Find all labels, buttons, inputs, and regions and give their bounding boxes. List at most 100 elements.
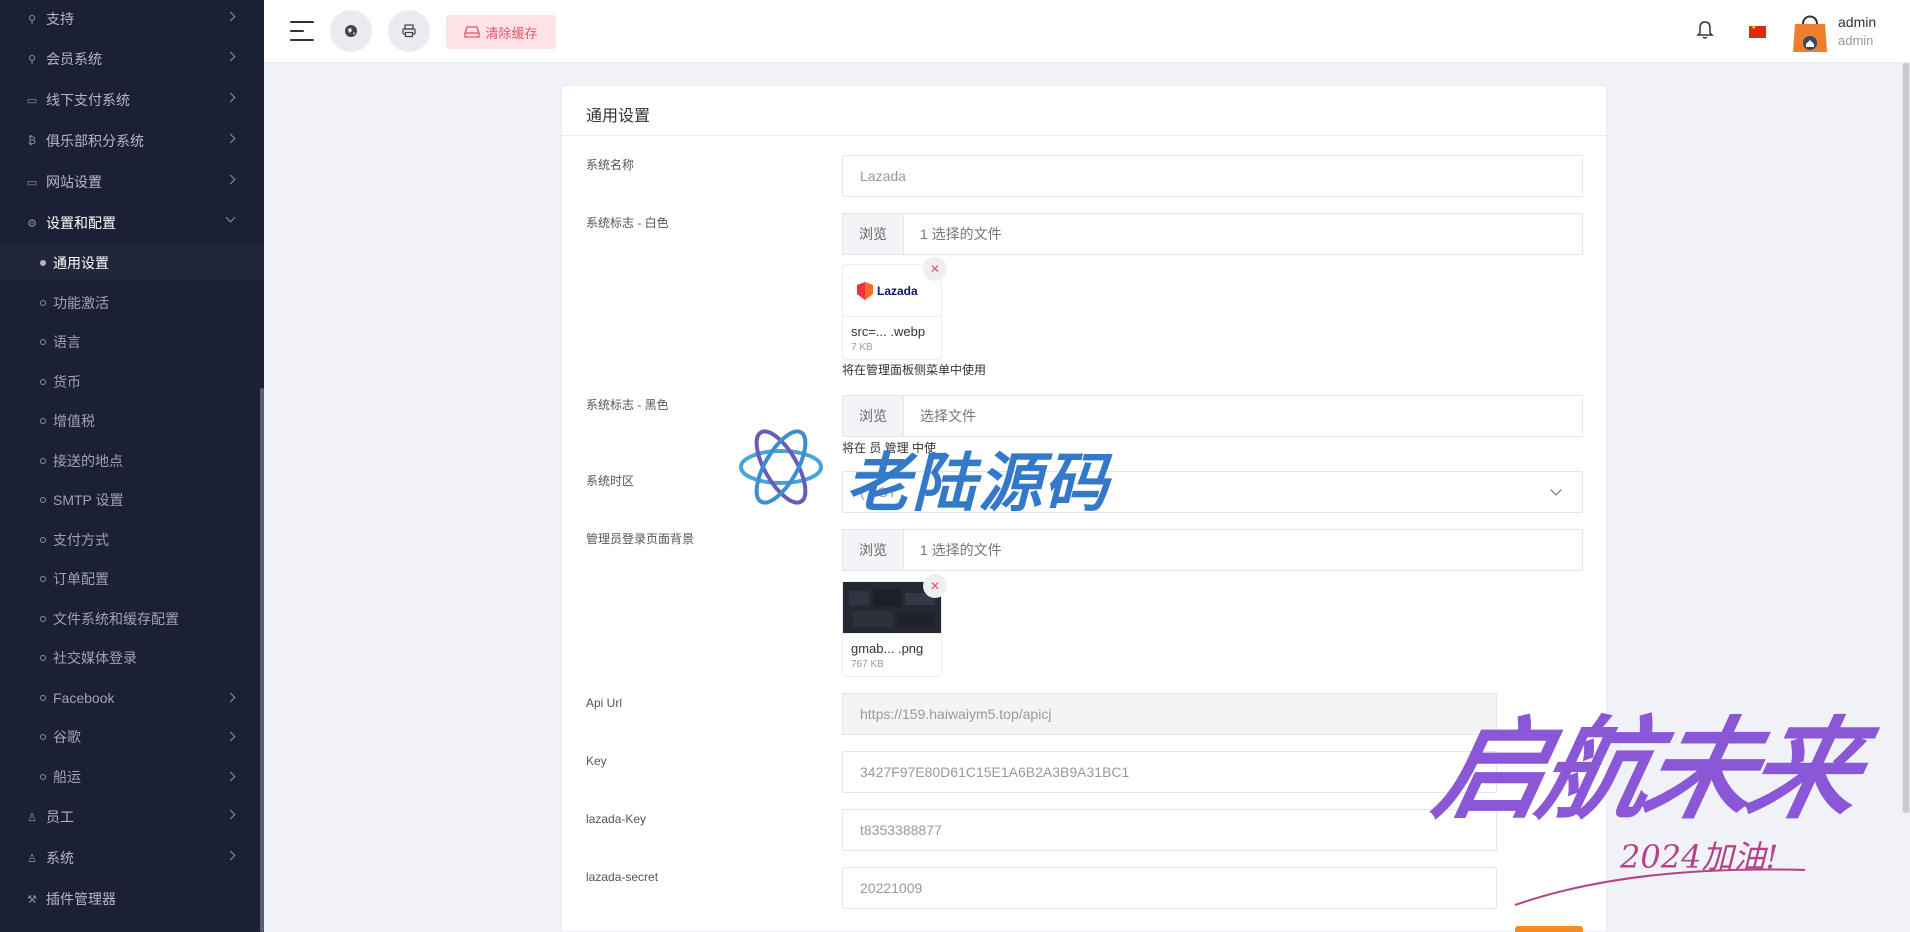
sidebar-item-membership[interactable]: ⚲ 会员系统 — [0, 40, 264, 78]
sidebar-item-label: 设置和配置 — [46, 215, 116, 231]
sidebar-item-club-points[interactable]: ₿ 俱乐部积分系统 — [0, 122, 264, 160]
key-input[interactable]: 3427F97E80D61C15E1A6B2A3B9A31BC1 — [842, 751, 1497, 793]
sidebar-item-label: 员工 — [46, 809, 74, 825]
gear-icon: ⚙ — [27, 217, 37, 230]
file-text: 1 选择的文件 — [920, 226, 1002, 242]
chevron-right-icon — [225, 51, 236, 62]
sub-item-label: 功能激活 — [53, 295, 109, 311]
sub-item-facebook[interactable]: Facebook — [0, 680, 264, 716]
sidebar-item-settings-config[interactable]: ⚙ 设置和配置 — [0, 204, 264, 242]
browse-button[interactable]: 浏览 — [843, 214, 904, 254]
logo-white-label: 系统标志 - 白色 — [586, 216, 669, 230]
file-size: 767 KB — [851, 659, 884, 670]
chevron-down-icon — [225, 212, 236, 223]
system-name-input[interactable]: Lazada — [842, 155, 1583, 197]
sidebar-item-offline-payment[interactable]: ▭ 线下支付系统 — [0, 81, 264, 119]
bullet-icon — [40, 734, 46, 740]
chevron-right-icon — [225, 692, 236, 703]
lazada-key-input[interactable]: t8353388877 — [842, 809, 1497, 851]
page-scrollbar[interactable] — [1902, 63, 1910, 813]
sidebar-item-support[interactable]: ⚲ 支持 — [0, 0, 264, 38]
sidebar-item-staff[interactable]: ♙ 员工 — [0, 798, 264, 836]
avatar[interactable] — [1789, 10, 1831, 54]
sub-item-label: SMTP 设置 — [53, 492, 124, 508]
lazada-secret-value: 20221009 — [860, 880, 923, 896]
printer-icon — [402, 24, 416, 38]
sidebar-item-system[interactable]: ♙ 系统 — [0, 839, 264, 877]
bullet-icon — [40, 695, 46, 701]
clear-cache-button[interactable]: 清除缓存 — [446, 15, 556, 49]
logo-white-hint: 将在管理面板侧菜单中使用 — [842, 363, 987, 377]
sub-item-order-config[interactable]: 订单配置 — [0, 561, 264, 597]
sub-item-google[interactable]: 谷歌 — [0, 719, 264, 755]
sub-item-pickup-points[interactable]: 接送的地点 — [0, 443, 264, 479]
notification-bell-icon[interactable] — [1696, 20, 1714, 40]
lazada-key-value: t8353388877 — [860, 822, 942, 838]
sub-item-label: 语言 — [53, 334, 81, 350]
sub-item-currency[interactable]: 货币 — [0, 364, 264, 400]
sub-item-label: 接送的地点 — [53, 453, 123, 469]
chevron-down-icon — [1550, 484, 1562, 496]
sidebar-item-website-settings[interactable]: ▭ 网站设置 — [0, 163, 264, 201]
logo-white-file-input[interactable]: 浏览 1 选择的文件 — [842, 213, 1583, 255]
topbar: 清除缓存 admin admin — [264, 0, 1910, 63]
china-flag-icon[interactable] — [1749, 24, 1766, 38]
sidebar-scrollbar[interactable] — [260, 388, 264, 932]
sub-item-label: 船运 — [53, 769, 81, 785]
file-text: 1 选择的文件 — [920, 542, 1002, 558]
bullet-icon — [40, 260, 46, 266]
sidebar-item-label: 支持 — [46, 11, 74, 27]
sidebar-item-label: 俱乐部积分系统 — [46, 133, 144, 149]
sidebar-item-plugin-manager[interactable]: ⚒ 插件管理器 — [0, 880, 264, 918]
bullet-icon — [40, 339, 46, 345]
user-name[interactable]: admin — [1838, 14, 1876, 30]
divider — [562, 135, 1606, 136]
lazada-secret-input[interactable]: 20221009 — [842, 867, 1497, 909]
sub-item-smtp[interactable]: SMTP 设置 — [0, 482, 264, 518]
sidebar-item-label: 插件管理器 — [46, 891, 116, 907]
key-label: Key — [586, 754, 607, 768]
remove-file-icon[interactable]: ✕ — [923, 257, 947, 281]
bullet-icon — [40, 458, 46, 464]
api-url-value: https://159.haiwaiym5.top/apicj — [860, 706, 1052, 722]
link-icon: ⚲ — [27, 13, 37, 26]
save-button[interactable] — [1515, 926, 1583, 932]
bullet-icon — [40, 379, 46, 385]
logo-white-thumbnail: Lazada src=... .webp 7 KB ✕ — [842, 257, 947, 360]
admin-bg-file-input[interactable]: 浏览 1 选择的文件 — [842, 529, 1583, 571]
sub-item-social-login[interactable]: 社交媒体登录 — [0, 640, 264, 676]
user-role: admin — [1838, 33, 1874, 48]
sub-item-language[interactable]: 语言 — [0, 324, 264, 360]
print-button[interactable] — [388, 10, 430, 52]
sub-item-shipping[interactable]: 船运 — [0, 759, 264, 795]
sidebar-item-label: 系统 — [46, 850, 74, 866]
monitor-icon: ▭ — [26, 176, 38, 189]
sidebar: ⚲ 支持 ⚲ 会员系统 ▭ 线下支付系统 ₿ 俱乐部积分系统 ▭ 网站设置 ⚙ … — [0, 0, 264, 932]
bullet-icon — [40, 418, 46, 424]
bullet-icon — [40, 300, 46, 306]
globe-button[interactable] — [330, 10, 372, 52]
atom-logo-icon — [739, 429, 823, 505]
sub-item-label: 社交媒体登录 — [53, 650, 137, 666]
api-url-label: Api Url — [586, 696, 623, 710]
admin-bg-label: 管理员登录页面背景 — [586, 532, 695, 546]
sub-item-label: 增值税 — [53, 413, 95, 429]
api-url-input[interactable]: https://159.haiwaiym5.top/apicj — [842, 693, 1497, 735]
sidebar-item-label: 线下支付系统 — [46, 92, 130, 108]
browse-button[interactable]: 浏览 — [843, 530, 904, 570]
chevron-right-icon — [225, 174, 236, 185]
sub-item-feature-activation[interactable]: 功能激活 — [0, 285, 264, 321]
sub-item-label: Facebook — [53, 690, 115, 706]
sidebar-item-label: 网站设置 — [46, 174, 102, 190]
remove-file-icon[interactable]: ✕ — [923, 574, 947, 598]
watermark-qihang: 启航未来 2024加油! — [1420, 670, 1900, 910]
sub-item-filesystem-cache[interactable]: 文件系统和缓存配置 — [0, 601, 264, 637]
file-name: src=... .webp — [851, 324, 926, 339]
sub-item-payment-methods[interactable]: 支付方式 — [0, 522, 264, 558]
signature-stroke — [1514, 868, 1806, 906]
sub-item-vat[interactable]: 增值税 — [0, 403, 264, 439]
sub-item-general-settings[interactable]: 通用设置 — [0, 245, 264, 281]
menu-toggle-icon[interactable] — [290, 21, 314, 41]
watermark-text: 启航未来 — [1424, 705, 1868, 834]
sidebar-item-label: 会员系统 — [46, 51, 102, 67]
